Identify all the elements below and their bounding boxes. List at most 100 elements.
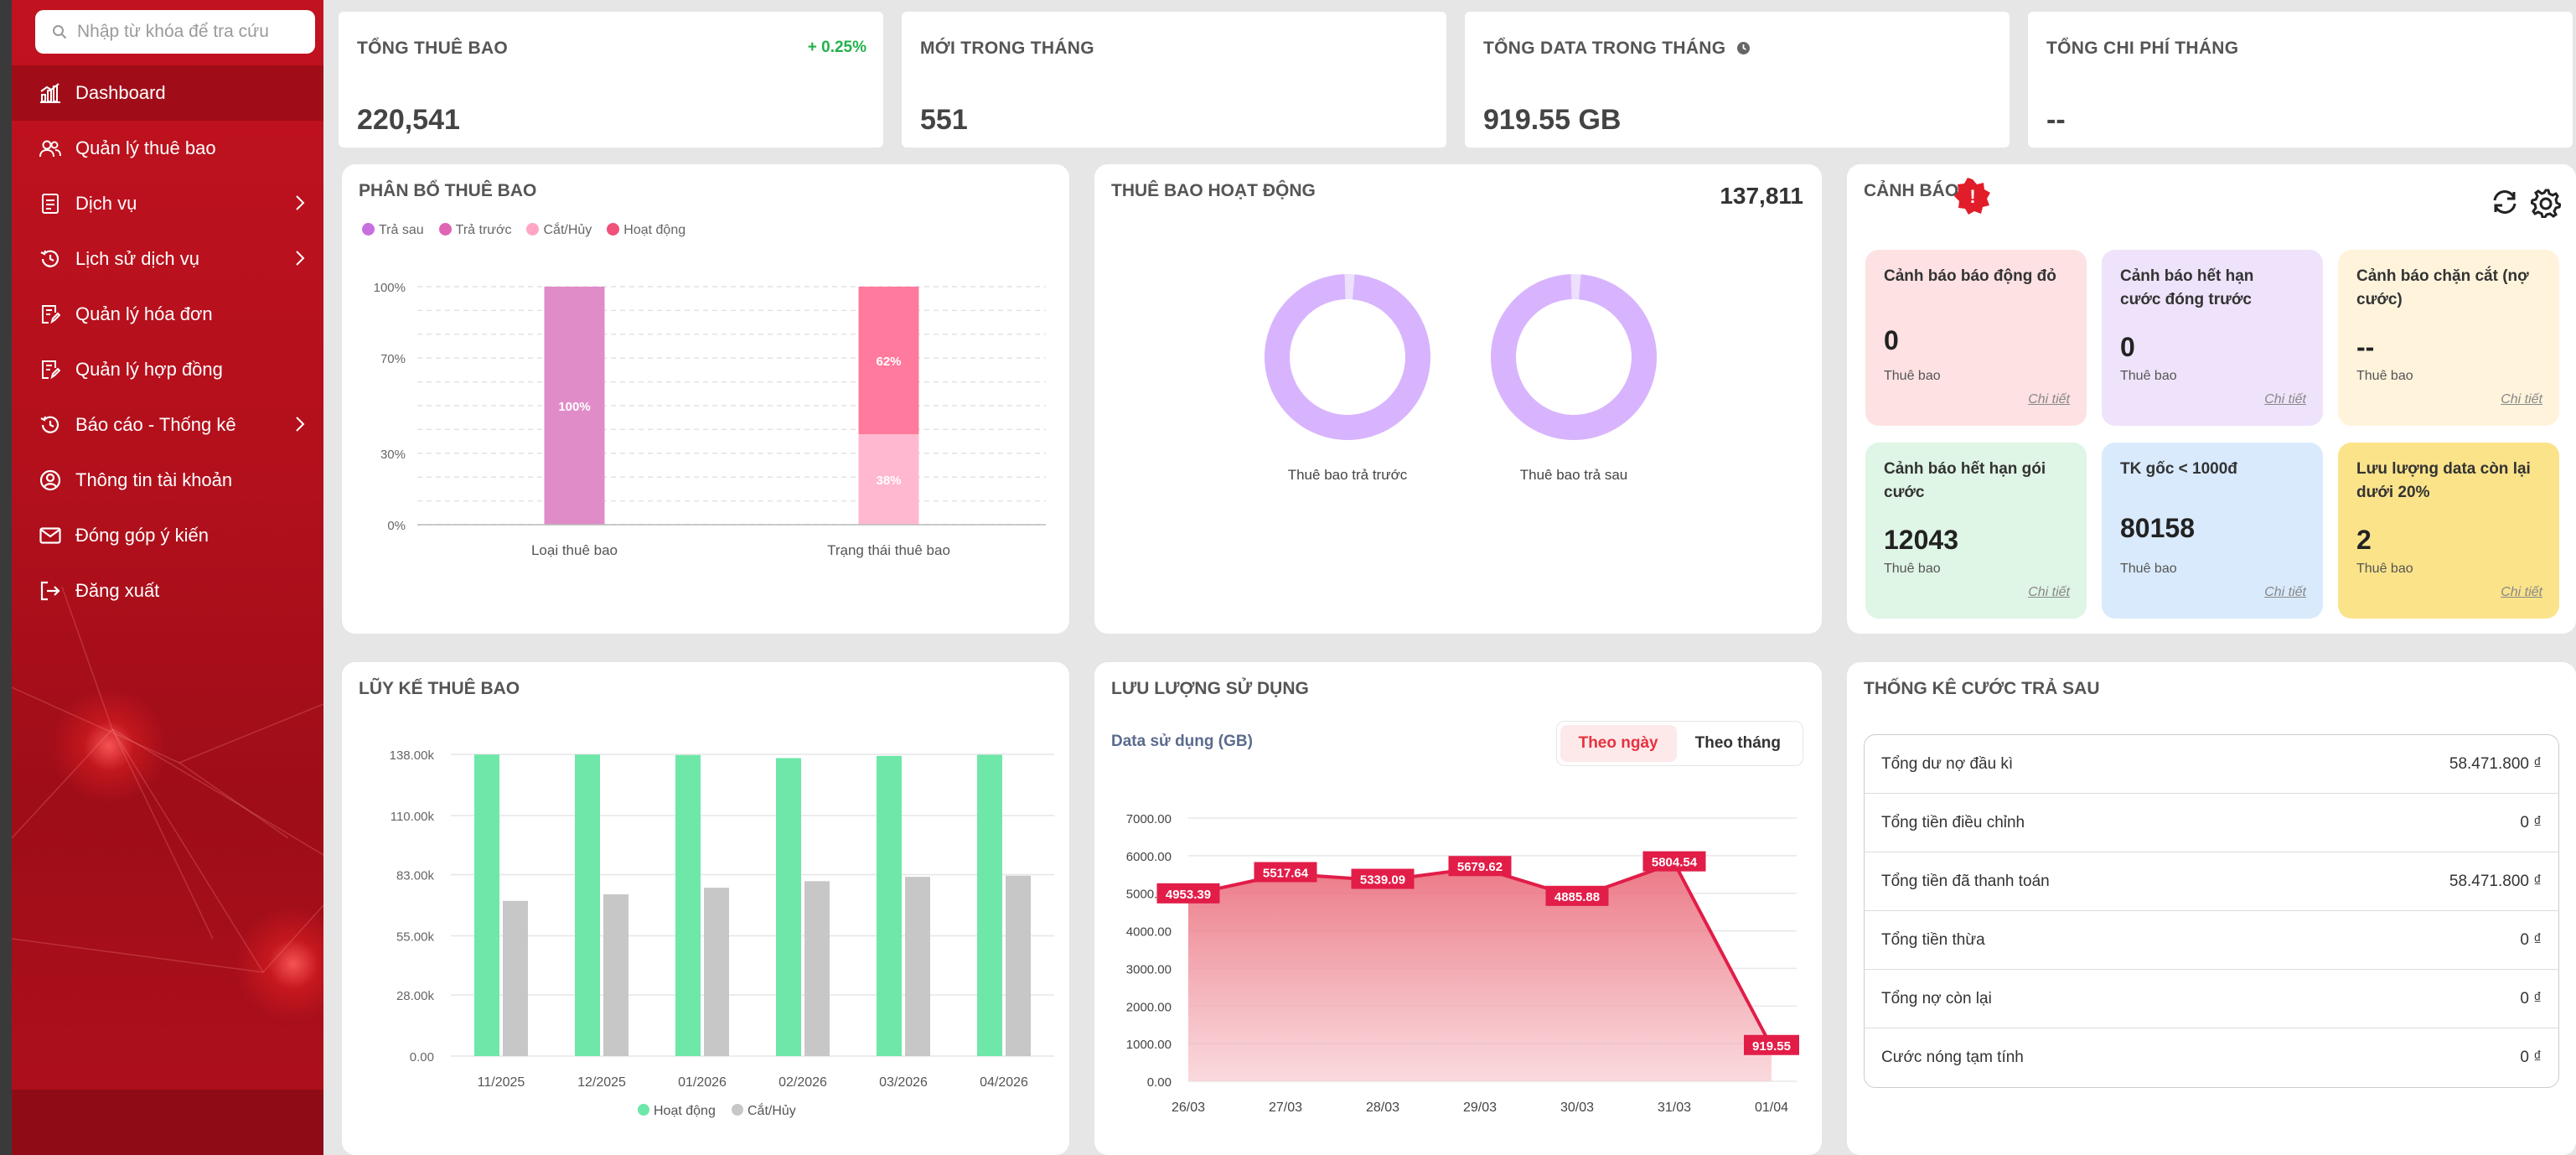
alert-title: Cảnh báo chặn cắt (nợ cước): [2356, 267, 2529, 308]
x-tick-label: 11/2025: [478, 1075, 525, 1090]
usage-period-toggle: Theo ngày Theo tháng: [1555, 721, 1803, 766]
sidebar-item-logout[interactable]: Đăng xuất: [12, 563, 323, 619]
bar: [704, 888, 729, 1056]
main-content: TỔNG THUÊ BAO + 0.25% 220,541 MỚI TRONG …: [323, 0, 2576, 1155]
alert-low-balance[interactable]: TK gốc < 1000đ 80158 Thuê bao Chi tiết: [2102, 443, 2323, 619]
legend-label: Trả sau: [379, 223, 424, 237]
alert-unit: Thuê bao: [2120, 369, 2177, 383]
alert-title: TK gốc < 1000đ: [2120, 460, 2237, 478]
legend-item[interactable]: Cắt/Hủy: [526, 223, 592, 238]
row-label: Tổng tiền điều chỉnh: [1881, 813, 2025, 831]
bar: [675, 754, 701, 1056]
detail-link[interactable]: Chi tiết: [2028, 585, 2070, 600]
row-label: Cước nóng tạm tính: [1881, 1049, 2024, 1066]
x-tick-label: 26/03: [1172, 1101, 1205, 1115]
legend-label: Cắt/Hủy: [747, 1102, 796, 1118]
detail-link[interactable]: Chi tiết: [2264, 585, 2306, 600]
table-row: Cước nóng tạm tính 0 ₫: [1865, 1028, 2558, 1087]
sidebar-item-account[interactable]: Thông tin tài khoản: [12, 453, 323, 508]
toggle-by-month[interactable]: Theo tháng: [1677, 725, 1799, 762]
data-label: 4953.39: [1166, 888, 1211, 902]
data-label: 919.55: [1752, 1039, 1791, 1054]
sidebar: Dashboard Quản lý thuê bao Dịch vụ Lịch …: [0, 0, 323, 1155]
y-tick-label: 0%: [387, 519, 406, 533]
edit-doc-icon: [39, 358, 62, 381]
alert-value: 0: [1884, 325, 1899, 355]
legend-item[interactable]: Hoạt động: [607, 223, 685, 238]
card-title: THỐNG KÊ CƯỚC TRẢ SAU: [1864, 679, 2100, 698]
bar: [575, 754, 600, 1056]
bar: [603, 893, 628, 1056]
sidebar-item-reports[interactable]: Báo cáo - Thống kê: [12, 397, 323, 453]
x-tick-label: Loại thuê bao: [531, 542, 618, 558]
alert-title: Lưu lượng data còn lại dưới 20%: [2356, 460, 2531, 501]
usage-card: LƯU LƯỢNG SỬ DỤNG Data sử dụng (GB) Theo…: [1094, 662, 1822, 1155]
chevron-right-icon: [296, 195, 305, 210]
alert-red[interactable]: Cảnh báo báo động đỏ 0 Thuê bao Chi tiết: [1865, 250, 2087, 426]
decor-lines: [12, 587, 323, 973]
row-label: Tổng dư nợ đầu kì: [1881, 754, 2014, 773]
sidebar-item-service-history[interactable]: Lịch sử dịch vụ: [12, 231, 323, 287]
legend-item[interactable]: Trả sau: [362, 223, 424, 238]
row-value: 58.471.800 ₫: [2449, 872, 2542, 890]
sidebar-item-invoices[interactable]: Quản lý hóa đơn: [12, 287, 323, 342]
sidebar-item-services[interactable]: Dịch vụ: [12, 176, 323, 231]
y-tick-label: 138.00k: [390, 748, 435, 763]
legend-item[interactable]: Trả trước: [438, 223, 512, 238]
table-row: Tổng tiền đã thanh toán 58.471.800 ₫: [1865, 852, 2558, 911]
bar: [977, 754, 1002, 1056]
kpi-total-cost: TỔNG CHI PHÍ THÁNG --: [2028, 12, 2573, 148]
x-tick-label: 27/03: [1269, 1101, 1302, 1115]
sidebar-footer: [12, 1090, 323, 1155]
table-row: Tổng dư nợ đầu kì 58.471.800 ₫: [1865, 735, 2558, 794]
refresh-icon[interactable]: [2491, 189, 2519, 215]
y-tick-label: 83.00k: [396, 868, 435, 883]
sidebar-item-feedback[interactable]: Đóng góp ý kiến: [12, 508, 323, 563]
toggle-by-day[interactable]: Theo ngày: [1560, 725, 1677, 762]
x-tick-label: 03/2026: [879, 1075, 928, 1090]
clock-icon[interactable]: [1736, 41, 1751, 55]
bar-data-label: 62%: [876, 355, 901, 369]
search-box[interactable]: [35, 10, 315, 54]
row-value: 0 ₫: [2520, 1049, 2542, 1066]
detail-link[interactable]: Chi tiết: [2501, 392, 2542, 407]
active-count: 137,811: [1720, 183, 1803, 209]
detail-link[interactable]: Chi tiết: [2028, 392, 2070, 407]
y-tick-label: 28.00k: [396, 989, 435, 1003]
chart-icon: [39, 81, 62, 105]
kpi-title: TỔNG THUÊ BAO: [357, 39, 509, 58]
search-input[interactable]: [77, 22, 295, 42]
x-tick-label: Trạng thái thuê bao: [827, 542, 950, 558]
alert-package-expiry[interactable]: Cảnh báo hết hạn gói cước 12043 Thuê bao…: [1865, 443, 2087, 619]
settings-icon[interactable]: [2531, 188, 2561, 218]
row-label: Tổng nợ còn lại: [1881, 989, 1992, 1007]
sidebar-item-contracts[interactable]: Quản lý hợp đồng: [12, 342, 323, 397]
detail-link[interactable]: Chi tiết: [2264, 392, 2306, 407]
postpaid-table: Tổng dư nợ đầu kì 58.471.800 ₫ Tổng tiền …: [1864, 734, 2559, 1088]
alert-prepaid-expiry[interactable]: Cảnh báo hết hạn cước đóng trước 0 Thuê …: [2102, 250, 2323, 426]
kpi-value: 551: [920, 104, 968, 136]
detail-link[interactable]: Chi tiết: [2501, 585, 2542, 600]
alert-debt-block[interactable]: Cảnh báo chặn cắt (nợ cước) -- Thuê bao …: [2338, 250, 2559, 426]
bar: [503, 900, 528, 1056]
alert-low-data[interactable]: Lưu lượng data còn lại dưới 20% 2 Thuê b…: [2338, 443, 2559, 619]
alert-unit: Thuê bao: [1884, 369, 1941, 383]
sidebar-nav: Dashboard Quản lý thuê bao Dịch vụ Lịch …: [12, 65, 323, 619]
legend-label: Trả trước: [455, 223, 512, 237]
y-tick-label: 100%: [374, 281, 406, 295]
row-label: Tổng tiền thừa: [1881, 930, 1985, 949]
donut-label: Thuê bao trả sau: [1520, 467, 1628, 483]
kpi-value: 919.55 GB: [1483, 104, 1622, 136]
alerts-card: CẢNH BÁO ! Cảnh báo báo động đỏ 0 Thuê b…: [1847, 164, 2576, 634]
document-icon: [39, 192, 62, 215]
bar-data-label: 38%: [876, 474, 901, 488]
kpi-title: TỔNG DATA TRONG THÁNG: [1483, 39, 1726, 58]
alert-unit: Thuê bao: [1884, 562, 1941, 576]
sidebar-item-label: Dịch vụ: [75, 193, 137, 214]
donut-slice: [1265, 274, 1430, 440]
bar: [804, 881, 830, 1056]
sidebar-item-dashboard[interactable]: Dashboard: [12, 65, 323, 121]
history-icon: [39, 247, 62, 271]
sidebar-item-subscribers[interactable]: Quản lý thuê bao: [12, 121, 323, 176]
chevron-right-icon: [296, 251, 305, 266]
